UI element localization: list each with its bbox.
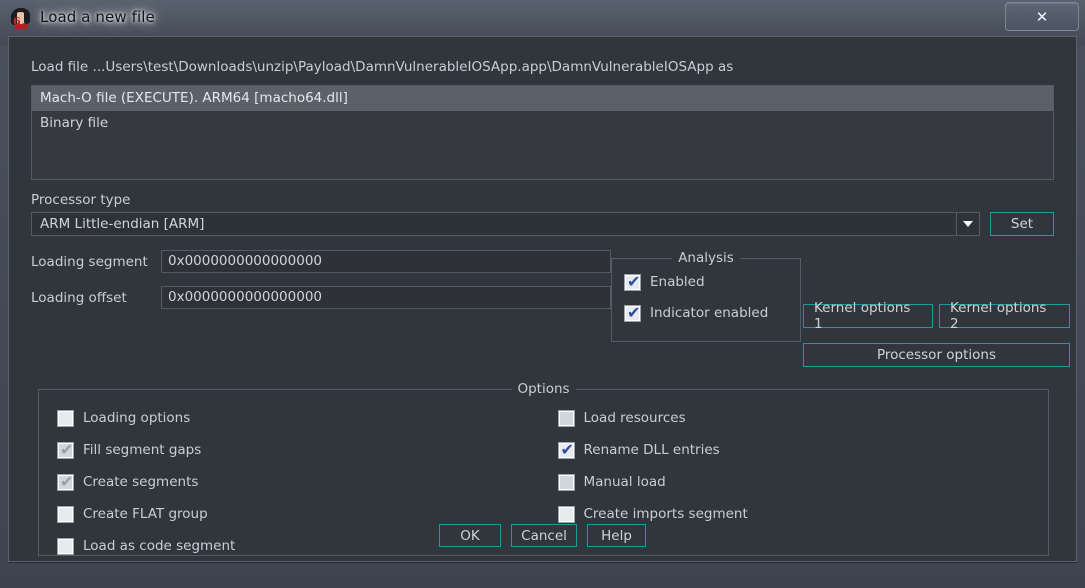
checkbox-icon[interactable]: ✔ [557, 441, 575, 459]
checkbox-icon[interactable] [557, 409, 575, 427]
options-legend: Options [511, 381, 576, 397]
loading-segment-row: Loading segment 0x0000000000000000 [31, 250, 611, 273]
checkbox-icon[interactable]: ✔ [624, 273, 641, 291]
cancel-button[interactable]: Cancel [511, 524, 577, 547]
close-icon: ✕ [1035, 7, 1049, 26]
checkbox-label: Fill segment gaps [83, 442, 202, 458]
checkbox-load-resources[interactable]: Load resources [557, 406, 1049, 430]
ida-pro-icon: 6 [10, 7, 32, 29]
checkbox-label: Load resources [583, 410, 686, 426]
checkbox-label: Indicator enabled [650, 305, 769, 321]
processor-type-label: Processor type [31, 192, 131, 208]
checkbox-label: Create segments [83, 474, 199, 490]
kernel-options-1-button[interactable]: Kernel options 1 [803, 300, 933, 332]
checkbox-label: Enabled [650, 274, 705, 290]
analysis-groupbox: Analysis ✔ Enabled ✔ Indicator enabled [611, 250, 801, 342]
checkbox-fill-segment-gaps[interactable]: ✔ Fill segment gaps [57, 438, 548, 462]
checkbox-analysis-enabled[interactable]: ✔ Enabled [624, 271, 800, 293]
close-button[interactable]: ✕ [1005, 2, 1079, 31]
processor-options-button[interactable]: Processor options [803, 343, 1070, 367]
loading-offset-row: Loading offset 0x0000000000000000 [31, 286, 611, 309]
window-title: Load a new file [40, 8, 155, 26]
help-button[interactable]: Help [587, 524, 646, 547]
checkbox-icon[interactable]: ✔ [57, 441, 74, 459]
chevron-down-icon[interactable] [956, 213, 979, 235]
checkbox-create-imports-segment[interactable]: Create imports segment [557, 502, 1049, 526]
checkbox-icon[interactable]: ✔ [57, 473, 74, 491]
loading-segment-input[interactable]: 0x0000000000000000 [161, 250, 611, 273]
loading-segment-label: Loading segment [31, 253, 148, 270]
application-window: 6 Load a new file ✕ Load file ...Users\t… [0, 0, 1085, 588]
dialog-footer: OK Cancel Help [9, 524, 1076, 547]
load-file-dialog: Load file ...Users\test\Downloads\unzip\… [8, 36, 1077, 562]
titlebar: 6 Load a new file ✕ [0, 0, 1085, 34]
checkbox-create-segments[interactable]: ✔ Create segments [57, 470, 548, 494]
processor-type-value: ARM Little-endian [ARM] [40, 216, 205, 232]
processor-type-combobox[interactable]: ARM Little-endian [ARM] [31, 212, 980, 236]
checkbox-label: Manual load [583, 474, 666, 490]
list-item[interactable]: Binary file [32, 111, 1053, 136]
kernel-options-2-button[interactable]: Kernel options 2 [939, 300, 1070, 332]
filetype-list[interactable]: Mach-O file (EXECUTE). ARM64 [macho64.dl… [31, 85, 1054, 180]
set-button[interactable]: Set [990, 212, 1054, 236]
checkbox-icon[interactable] [557, 505, 575, 523]
list-item[interactable]: Mach-O file (EXECUTE). ARM64 [macho64.dl… [32, 86, 1053, 111]
checkbox-icon[interactable] [57, 409, 74, 427]
checkbox-create-flat-group[interactable]: Create FLAT group [57, 502, 548, 526]
checkbox-label: Rename DLL entries [583, 442, 720, 458]
checkbox-icon[interactable] [557, 473, 575, 491]
checkbox-loading-options[interactable]: Loading options [57, 406, 548, 430]
checkbox-label: Create FLAT group [83, 506, 208, 522]
checkbox-manual-load[interactable]: Manual load [557, 470, 1049, 494]
processor-type-row: ARM Little-endian [ARM] Set [31, 212, 1054, 236]
checkbox-rename-dll-entries[interactable]: ✔ Rename DLL entries [557, 438, 1049, 462]
analysis-items: ✔ Enabled ✔ Indicator enabled [612, 259, 800, 324]
loading-fields: Loading segment 0x0000000000000000 Loadi… [31, 250, 611, 309]
checkbox-icon[interactable]: ✔ [624, 304, 641, 322]
dialog-content: Load file ...Users\test\Downloads\unzip\… [9, 37, 1076, 561]
checkbox-label: Loading options [83, 410, 191, 426]
analysis-legend: Analysis [672, 250, 740, 266]
checkbox-label: Create imports segment [583, 506, 748, 522]
loading-offset-label: Loading offset [31, 289, 127, 306]
checkbox-icon[interactable] [57, 505, 74, 523]
file-path-prompt: Load file ...Users\test\Downloads\unzip\… [31, 59, 734, 75]
loading-offset-input[interactable]: 0x0000000000000000 [161, 286, 611, 309]
ok-button[interactable]: OK [439, 524, 501, 547]
checkbox-indicator-enabled[interactable]: ✔ Indicator enabled [624, 302, 800, 324]
